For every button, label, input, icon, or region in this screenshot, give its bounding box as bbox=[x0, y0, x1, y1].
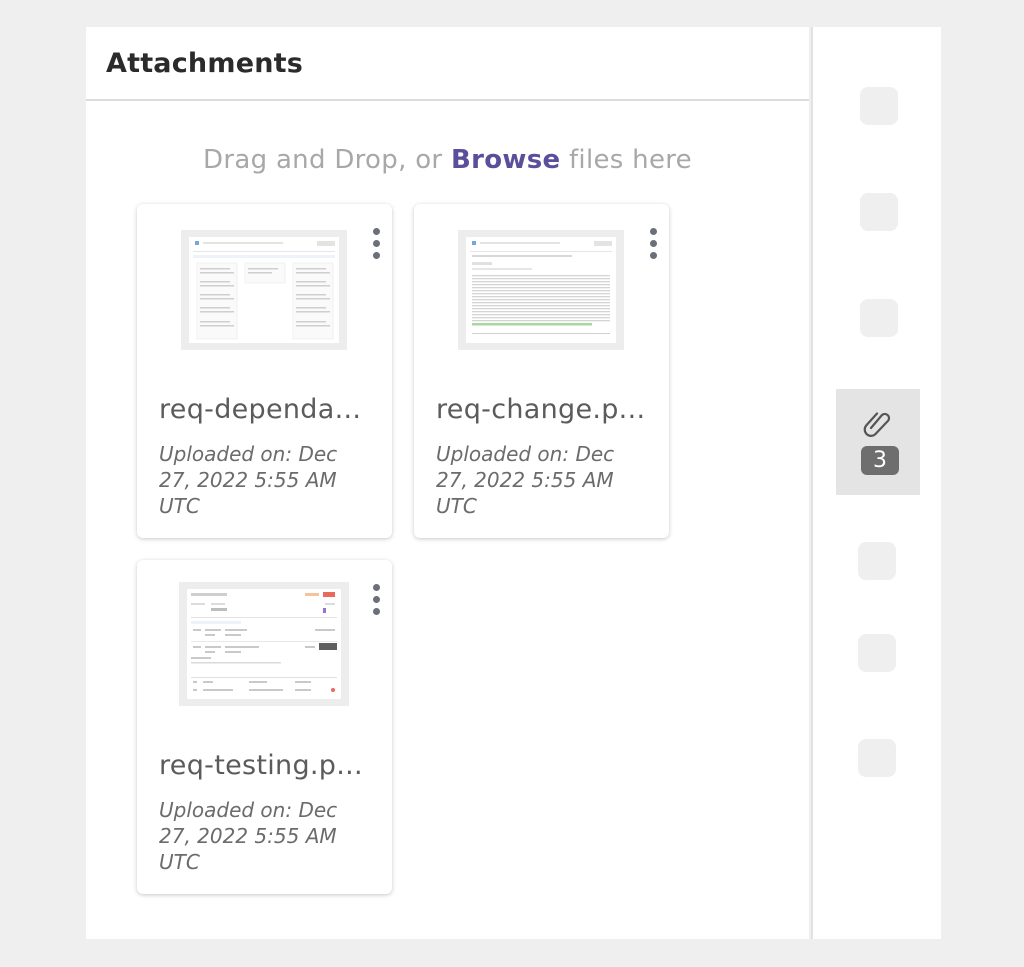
attachment-name: req-testing.p... bbox=[159, 750, 363, 781]
attachment-card[interactable]: req-change.p... Uploaded on: Dec 27, 202… bbox=[414, 204, 669, 538]
dropzone-prefix: Drag and Drop, or bbox=[203, 145, 451, 175]
rail-button[interactable] bbox=[860, 299, 898, 337]
attachment-card[interactable]: req-dependa... Uploaded on: Dec 27, 2022… bbox=[137, 204, 392, 538]
attachment-thumbnail[interactable] bbox=[181, 230, 347, 350]
dropzone-suffix: files here bbox=[560, 145, 692, 175]
attachment-name: req-change.p... bbox=[436, 394, 646, 425]
more-options-icon[interactable] bbox=[370, 228, 384, 262]
attachments-rail-button[interactable]: 3 bbox=[836, 389, 920, 495]
attachment-count-badge: 3 bbox=[861, 446, 899, 475]
attachment-upload-date: Uploaded on: Dec 27, 2022 5:55 AM UTC bbox=[159, 798, 338, 874]
attachments-panel: Attachments Drag and Drop, or Browse fil… bbox=[86, 27, 809, 939]
panel-title: Attachments bbox=[106, 47, 304, 79]
side-rail: 3 bbox=[811, 27, 941, 939]
rail-button[interactable] bbox=[858, 542, 896, 580]
paperclip-icon bbox=[863, 412, 891, 437]
attachment-thumbnail[interactable] bbox=[458, 230, 624, 350]
dropzone[interactable]: Drag and Drop, or Browse files here bbox=[86, 145, 809, 175]
attachment-thumbnail[interactable] bbox=[179, 582, 349, 706]
more-options-icon[interactable] bbox=[647, 228, 661, 262]
rail-button[interactable] bbox=[858, 739, 896, 777]
attachment-card[interactable]: req-testing.p... Uploaded on: Dec 27, 20… bbox=[137, 560, 392, 894]
more-options-icon[interactable] bbox=[370, 584, 384, 618]
attachment-name: req-dependa... bbox=[159, 394, 362, 425]
attachment-upload-date: Uploaded on: Dec 27, 2022 5:55 AM UTC bbox=[436, 442, 615, 518]
rail-button[interactable] bbox=[860, 87, 898, 125]
rail-button[interactable] bbox=[858, 634, 896, 672]
rail-button[interactable] bbox=[860, 193, 898, 231]
browse-link[interactable]: Browse bbox=[451, 145, 560, 175]
panel-header: Attachments bbox=[86, 27, 809, 101]
attachment-upload-date: Uploaded on: Dec 27, 2022 5:55 AM UTC bbox=[159, 442, 338, 518]
